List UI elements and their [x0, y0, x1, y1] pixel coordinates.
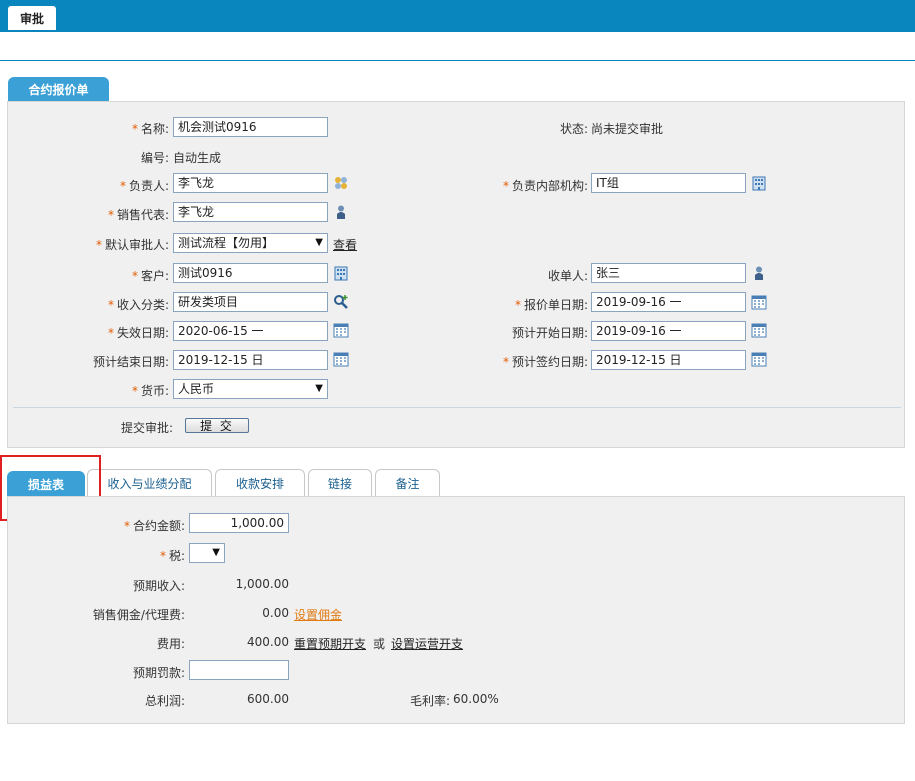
- calendar-icon[interactable]: [751, 294, 767, 310]
- org-picker-icon[interactable]: [751, 175, 767, 191]
- quote-date-label: * 报价单日期:: [514, 298, 588, 312]
- start-date-label: 预计开始日期:: [511, 326, 588, 340]
- sales-rep-input[interactable]: 李飞龙: [173, 202, 328, 222]
- tab-links[interactable]: 链接: [308, 469, 372, 497]
- margin-value: 60.00%: [453, 692, 499, 706]
- search-add-icon[interactable]: [333, 294, 349, 310]
- approver-view-link[interactable]: 查看: [333, 236, 357, 253]
- customer-input[interactable]: 测试0916: [173, 263, 328, 283]
- quote-date-input[interactable]: 2019-09-16 一: [591, 292, 746, 312]
- income-type-input[interactable]: 研发类项目: [173, 292, 328, 312]
- income-type-label: * 收入分类:: [107, 298, 169, 312]
- code-label: 编号:: [140, 151, 169, 165]
- end-date-input[interactable]: 2019-12-15 日: [173, 350, 328, 370]
- calendar-icon[interactable]: [751, 322, 767, 338]
- end-date-label: 预计结束日期:: [92, 355, 169, 369]
- tax-select[interactable]: ▼: [189, 543, 225, 563]
- tab-notes[interactable]: 备注: [375, 469, 440, 497]
- currency-selected-value: 人民币: [178, 382, 215, 396]
- sign-date-input[interactable]: 2019-12-15 日: [591, 350, 746, 370]
- set-commission-link[interactable]: 设置佣金: [294, 606, 342, 623]
- select-user-icon[interactable]: [751, 265, 767, 281]
- status-label: 状态:: [559, 122, 588, 136]
- receiver-label: 收单人:: [547, 269, 588, 283]
- expire-date-input[interactable]: 2020-06-15 一: [173, 321, 328, 341]
- name-label: * 名称:: [131, 122, 169, 136]
- approver-label: * 默认审批人:: [95, 238, 169, 252]
- dropdown-arrow-icon: ▼: [315, 383, 323, 394]
- cost-label: 费用:: [156, 637, 185, 651]
- owner-dept-label: * 负责内部机构:: [502, 179, 588, 193]
- amount-label: * 合约金额:: [123, 519, 185, 533]
- owner-input[interactable]: 李飞龙: [173, 173, 328, 193]
- commission-value: 0.00: [262, 606, 289, 620]
- section-tab-contract-quote[interactable]: 合约报价单: [8, 77, 109, 101]
- sales-rep-label: * 销售代表:: [107, 208, 169, 222]
- cost-value: 400.00: [247, 635, 289, 649]
- tab-approval[interactable]: 审批: [8, 6, 56, 30]
- margin-label: 毛利率:: [409, 694, 450, 708]
- name-input[interactable]: 机会测试0916: [173, 117, 328, 137]
- owner-label: * 负责人:: [119, 179, 169, 193]
- calendar-icon[interactable]: [333, 351, 349, 367]
- calendar-icon[interactable]: [333, 322, 349, 338]
- header-divider: [0, 60, 915, 61]
- select-users-icon[interactable]: [333, 175, 349, 191]
- expected-income-value: 1,000.00: [235, 577, 289, 591]
- receiver-input[interactable]: 张三: [591, 263, 746, 283]
- currency-label: * 货币:: [131, 384, 169, 398]
- penalty-input[interactable]: [189, 660, 289, 680]
- penalty-label: 预期罚款:: [132, 666, 185, 680]
- set-ops-cost-link[interactable]: 设置运营开支: [391, 635, 463, 652]
- start-date-input[interactable]: 2019-09-16 一: [591, 321, 746, 341]
- customer-picker-icon[interactable]: [333, 265, 349, 281]
- calendar-icon[interactable]: [751, 351, 767, 367]
- total-profit-value: 600.00: [247, 692, 289, 706]
- customer-label: * 客户:: [131, 269, 169, 283]
- tax-label: * 税:: [159, 549, 185, 563]
- total-profit-label: 总利润:: [144, 694, 185, 708]
- submit-button[interactable]: 提 交: [185, 418, 249, 433]
- form-divider: [13, 407, 901, 408]
- commission-label: 销售佣金/代理费:: [92, 608, 185, 622]
- code-value: 自动生成: [173, 151, 222, 165]
- expire-date-label: * 失效日期:: [107, 326, 169, 340]
- status-value: 尚未提交审批: [591, 122, 664, 136]
- sign-date-label: * 预计签约日期:: [502, 355, 588, 369]
- dropdown-arrow-icon: ▼: [315, 237, 323, 248]
- tab-payment-schedule[interactable]: 收款安排: [215, 469, 305, 497]
- approver-select[interactable]: 测试流程【勿用】 ▼: [173, 233, 328, 253]
- top-bar: 审批: [0, 0, 915, 32]
- currency-select[interactable]: 人民币 ▼: [173, 379, 328, 399]
- select-user-icon[interactable]: [333, 204, 349, 220]
- tab-income-allocation[interactable]: 收入与业绩分配: [87, 469, 212, 497]
- reset-cost-link[interactable]: 重置预期开支: [294, 635, 366, 652]
- dropdown-arrow-icon: ▼: [212, 547, 220, 558]
- owner-dept-input[interactable]: IT组: [591, 173, 746, 193]
- expected-income-label: 预期收入:: [132, 579, 185, 593]
- submit-approval-label: 提交审批:: [120, 421, 173, 435]
- approver-selected-value: 测试流程【勿用】: [178, 236, 275, 250]
- amount-input[interactable]: 1,000.00: [189, 513, 289, 533]
- or-text: 或: [373, 637, 386, 651]
